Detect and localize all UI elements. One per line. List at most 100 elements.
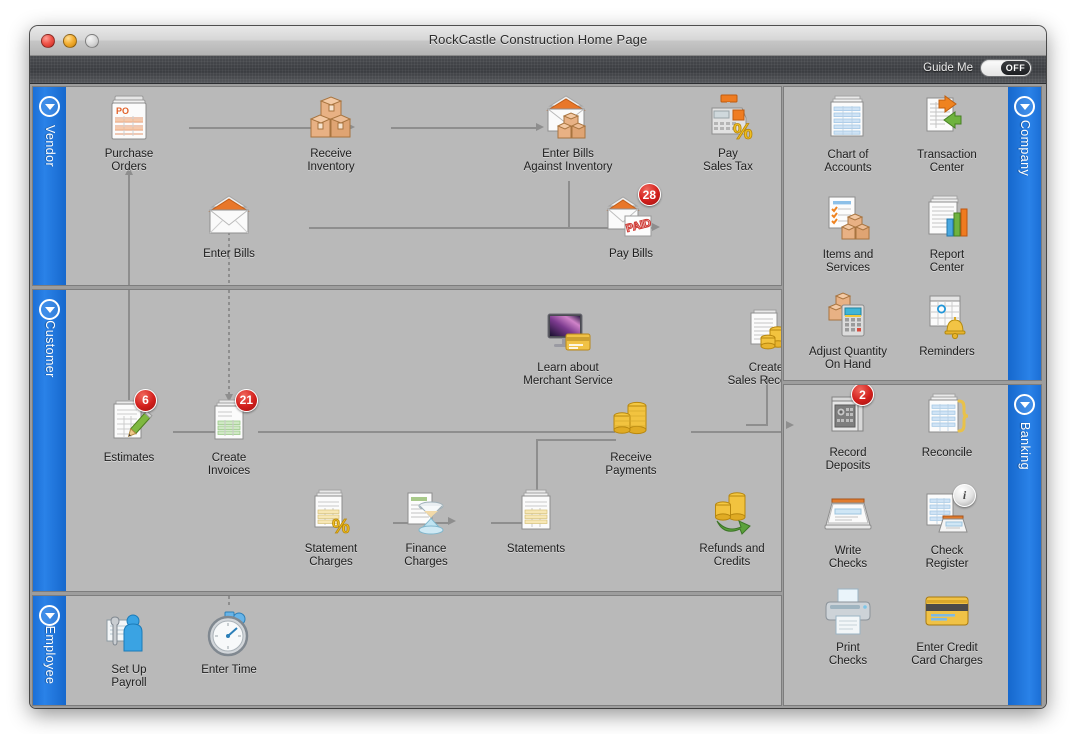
tile-label: Statements bbox=[476, 543, 596, 556]
section-vendor: Vendor bbox=[32, 86, 782, 286]
checklist-boxes-icon bbox=[820, 193, 876, 245]
tile-label: Pay Sales Tax bbox=[668, 148, 781, 174]
guide-me-control[interactable]: Guide Me OFF bbox=[923, 59, 1032, 77]
status-badge: 6 bbox=[134, 389, 157, 412]
register-icon: i bbox=[919, 489, 975, 541]
info-badge: i bbox=[953, 484, 976, 507]
sidebar-tab-customer[interactable]: Customer bbox=[33, 290, 66, 592]
guide-me-toggle-state: OFF bbox=[1001, 61, 1030, 75]
sidebar-tab-employee[interactable]: Employee bbox=[33, 596, 66, 705]
svg-text:%: % bbox=[733, 119, 753, 144]
collapse-vendor-button[interactable] bbox=[39, 96, 60, 117]
svg-text:PO: PO bbox=[116, 106, 129, 116]
sidebar-tab-vendor[interactable]: Vendor bbox=[33, 87, 66, 285]
tile-label: Purchase Orders bbox=[69, 148, 189, 174]
home-page-body: Vendor bbox=[30, 84, 1046, 708]
sidebar-tab-employee-label: Employee bbox=[43, 626, 57, 685]
sidebar-tab-company[interactable]: Company bbox=[1008, 87, 1041, 380]
transfer-arrows-icon bbox=[919, 93, 975, 145]
section-company: Chart of Accounts bbox=[783, 86, 1042, 381]
toolbar-strip: Guide Me OFF bbox=[30, 56, 1046, 84]
application-window: RockCastle Construction Home Page Guide … bbox=[30, 26, 1046, 708]
document-coins-icon bbox=[738, 306, 781, 358]
connector-receive-to-right bbox=[691, 431, 781, 433]
sidebar-tab-banking[interactable]: Banking bbox=[1008, 385, 1041, 705]
status-badge: 28 bbox=[638, 183, 661, 206]
credit-card-icon bbox=[919, 586, 975, 638]
collapse-employee-button[interactable] bbox=[39, 605, 60, 626]
tile-label: Refunds and Credits bbox=[672, 543, 781, 569]
guide-me-toggle[interactable]: OFF bbox=[980, 59, 1032, 77]
tile-create-invoices[interactable]: 21 Create Invoices bbox=[169, 396, 289, 478]
coins-refund-icon bbox=[704, 487, 760, 539]
sidebar-tab-banking-label: Banking bbox=[1018, 422, 1032, 470]
tile-label: Reminders bbox=[887, 346, 1007, 359]
left-column: Vendor bbox=[30, 84, 782, 708]
sidebar-tab-customer-label: Customer bbox=[43, 320, 57, 377]
cash-register-percent-icon: % bbox=[700, 92, 756, 144]
tile-enter-time[interactable]: Enter Time bbox=[169, 608, 289, 677]
report-chart-icon bbox=[919, 193, 975, 245]
envelope-paid-icon: PAID 28 bbox=[603, 192, 659, 244]
statement-icon bbox=[508, 487, 564, 539]
title-bar[interactable]: RockCastle Construction Home Page bbox=[30, 26, 1046, 56]
tile-receive-payments[interactable]: Receive Payments bbox=[571, 396, 691, 478]
collapse-company-button[interactable] bbox=[1014, 96, 1035, 117]
connector-entertime-dotted-up bbox=[228, 596, 230, 608]
document-pencil-icon: 6 bbox=[101, 396, 157, 448]
tile-label: Pay Bills bbox=[571, 248, 691, 261]
tile-statements[interactable]: Statements bbox=[476, 487, 596, 556]
tile-enter-bills-against-inventory[interactable]: Enter Bills Against Inventory bbox=[508, 92, 628, 174]
boxes-icon bbox=[303, 92, 359, 144]
document-percent-icon: % bbox=[303, 487, 359, 539]
tile-receive-inventory[interactable]: Receive Inventory bbox=[271, 92, 391, 174]
tile-learn-about-merchant-service[interactable]: Learn about Merchant Service bbox=[508, 306, 628, 388]
right-column: Chart of Accounts bbox=[782, 84, 1044, 708]
tile-enter-bills[interactable]: Enter Bills bbox=[169, 192, 289, 261]
connector-estimates-up bbox=[128, 290, 130, 400]
section-customer: Customer bbox=[32, 289, 782, 593]
section-banking: 2 Record Deposits bbox=[783, 384, 1042, 706]
tile-check-register[interactable]: i Check Register bbox=[887, 489, 1007, 571]
chevron-down-icon bbox=[45, 613, 55, 619]
tile-refunds-and-credits[interactable]: Refunds and Credits bbox=[672, 487, 781, 569]
status-badge: 21 bbox=[235, 389, 258, 412]
tile-enter-credit-card-charges[interactable]: Enter Credit Card Charges bbox=[887, 586, 1007, 668]
tile-label: Enter Credit Card Charges bbox=[887, 642, 1007, 668]
chevron-down-icon bbox=[1020, 104, 1030, 110]
tile-pay-sales-tax[interactable]: % Pay Sales Tax bbox=[668, 92, 781, 174]
tile-pay-bills[interactable]: PAID 28 Pay Bills bbox=[571, 192, 691, 261]
tile-label: Learn about Merchant Service bbox=[508, 362, 628, 388]
safe-icon: 2 bbox=[820, 391, 876, 443]
chevron-down-icon bbox=[45, 307, 55, 313]
tile-label: Enter Bills Against Inventory bbox=[508, 148, 628, 174]
connector-invoices-dotted-down bbox=[228, 290, 230, 394]
purchase-order-icon: PO bbox=[101, 92, 157, 144]
collapse-customer-button[interactable] bbox=[39, 299, 60, 320]
tile-reminders[interactable]: Reminders bbox=[887, 290, 1007, 359]
connector-ebai-down bbox=[568, 181, 570, 227]
monitor-creditcard-icon bbox=[540, 306, 596, 358]
checkbook-icon bbox=[820, 489, 876, 541]
company-canvas: Chart of Accounts bbox=[784, 87, 1008, 380]
collapse-banking-button[interactable] bbox=[1014, 394, 1035, 415]
tile-purchase-orders[interactable]: PO bbox=[69, 92, 189, 174]
calendar-bell-icon bbox=[919, 290, 975, 342]
tile-label: Report Center bbox=[887, 249, 1007, 275]
tile-transaction-center[interactable]: Transaction Center bbox=[887, 93, 1007, 175]
tile-label: Enter Bills bbox=[169, 248, 289, 261]
tile-create-sales-receipts[interactable]: Create Sales Receipts bbox=[706, 306, 781, 388]
sidebar-tab-vendor-label: Vendor bbox=[43, 125, 57, 167]
tile-finance-charges[interactable]: Finance Charges bbox=[366, 487, 486, 569]
customer-canvas: Learn about Merchant Service bbox=[66, 290, 781, 592]
tile-reconcile[interactable]: Reconcile bbox=[887, 391, 1007, 460]
tile-label: Check Register bbox=[887, 545, 1007, 571]
tile-label: Transaction Center bbox=[887, 149, 1007, 175]
tile-report-center[interactable]: Report Center bbox=[887, 193, 1007, 275]
hourglass-document-icon bbox=[398, 487, 454, 539]
printer-icon bbox=[820, 586, 876, 638]
coins-icon bbox=[603, 396, 659, 448]
desktop-background: RockCastle Construction Home Page Guide … bbox=[0, 0, 1076, 734]
boxes-calculator-icon bbox=[820, 290, 876, 342]
tile-label: Create Sales Receipts bbox=[706, 362, 781, 388]
